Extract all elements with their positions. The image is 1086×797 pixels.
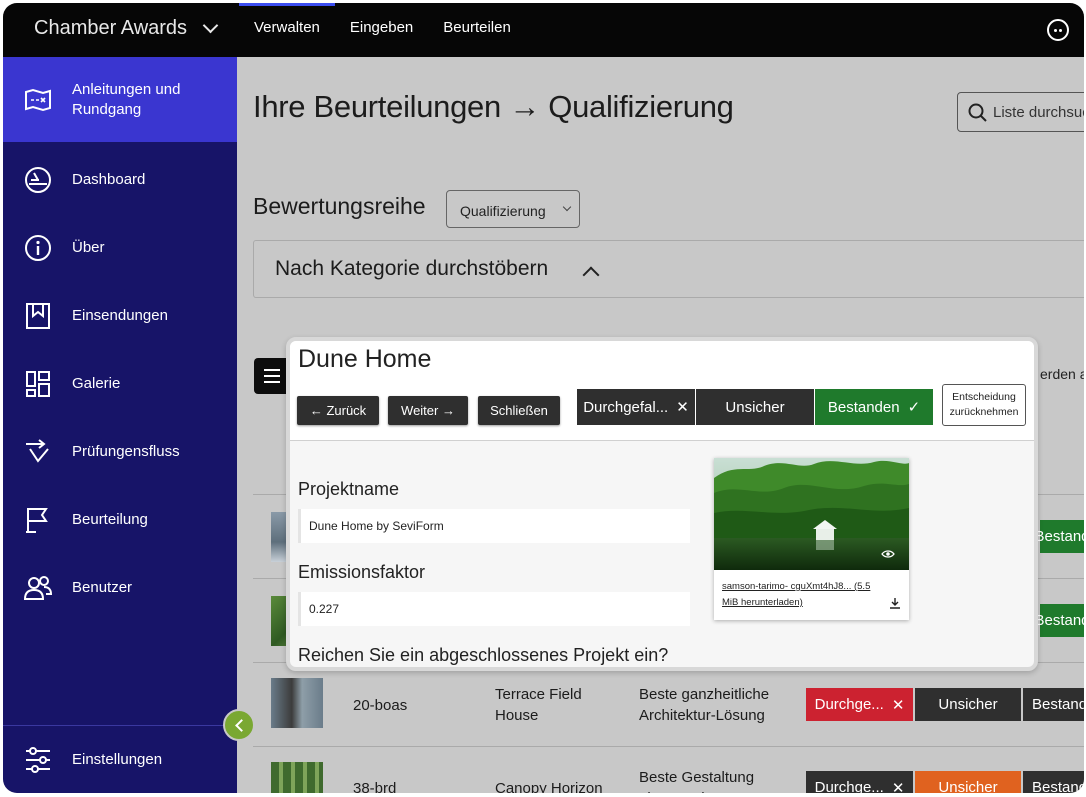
sidebar-item-users[interactable]: Benutzer [3, 554, 237, 622]
back-button[interactable]: ← Zurück [297, 396, 379, 425]
list-view-button[interactable] [254, 358, 290, 394]
bookmark-icon [24, 302, 52, 330]
sidebar-item-label: Über [72, 239, 105, 256]
sidebar-item-dashboard[interactable]: Dashboard [3, 146, 237, 214]
fail-label: Durchge... [814, 779, 884, 793]
chevron-down-icon [562, 202, 572, 212]
pass-button[interactable]: Bestanden ✓ [815, 389, 933, 425]
download-icon[interactable] [889, 596, 901, 614]
gallery-grid-icon [24, 370, 52, 398]
row-divider [253, 746, 1084, 747]
attachment-download-link[interactable]: samson-tarimo- cguXmt4hJ8... (5.5 MiB he… [722, 579, 882, 611]
close-x-icon: ✕ [891, 696, 905, 714]
entry-preview-modal: Dune Home ← Zurück Weiter → Schließen Du… [286, 337, 1038, 671]
partial-text: erden a [1040, 366, 1084, 382]
sidebar-item-label: Benutzer [72, 579, 133, 596]
sidebar-item-about[interactable]: Über [3, 214, 237, 282]
sidebar-item-gallery[interactable]: Galerie [3, 350, 237, 418]
entry-id: 38-brd [353, 780, 397, 793]
pass-button[interactable]: Bestand [1023, 688, 1084, 721]
sidebar: Anleitungen und Rundgang Dashboard Über … [3, 57, 237, 793]
field-label: Emissionsfaktor [298, 562, 426, 582]
entry-id: 20-boas [353, 697, 408, 714]
dashboard-gauge-icon [24, 166, 52, 194]
entry-thumbnail[interactable] [271, 762, 323, 793]
checkmark-icon: ✓ [907, 399, 921, 416]
close-x-icon: ✕ [891, 779, 905, 794]
tab-beurteilen[interactable]: Beurteilen [428, 3, 526, 57]
browse-by-category[interactable]: Nach Kategorie durchstöbern [253, 240, 1084, 298]
sidebar-item-label: Dashboard [72, 171, 146, 188]
entry-name: Canopy Horizon [495, 780, 603, 793]
series-label: Bewertungsreihe [253, 193, 426, 219]
map-guide-icon [24, 86, 52, 114]
app-window: Chamber Awards Verwalten Eingeben Beurte… [3, 3, 1084, 793]
unsure-button[interactable]: Unsicher [915, 688, 1021, 721]
sidebar-item-submissions[interactable]: Einsendungen [3, 282, 237, 350]
sidebar-item-review-flow[interactable]: Prüfungensfluss [3, 418, 237, 486]
info-icon [24, 234, 52, 262]
fail-label: Durchge... [814, 696, 884, 713]
search-input[interactable]: Liste durchsuchen [957, 92, 1084, 132]
search-placeholder: Liste durchsuchen [993, 104, 1084, 121]
entry-thumbnail[interactable] [271, 678, 323, 728]
user-profile-icon[interactable] [1047, 19, 1069, 41]
project-name-value: Dune Home by SeviForm [298, 509, 690, 543]
sidebar-item-settings[interactable]: Einstellungen [3, 726, 237, 793]
sidebar-item-label: Galerie [72, 375, 121, 392]
top-bar: Chamber Awards Verwalten Eingeben Beurte… [3, 3, 1084, 57]
undo-decision-button[interactable]: Entscheidung zurücknehmen [942, 384, 1026, 426]
chevron-down-icon [202, 17, 219, 34]
next-button[interactable]: Weiter → [388, 396, 468, 425]
sidebar-item-label: Einstellungen [72, 751, 163, 768]
collapse-sidebar-button[interactable] [223, 709, 255, 741]
browse-label: Nach Kategorie durchstöbern [275, 257, 549, 280]
search-icon [968, 103, 988, 128]
users-icon [24, 574, 52, 602]
tab-eingeben[interactable]: Eingeben [335, 3, 428, 57]
flag-icon [24, 506, 52, 534]
sidebar-item-label: Anleitungen und Rundgang [72, 80, 181, 118]
unsure-button[interactable]: Unsicher [696, 389, 814, 425]
flow-icon [24, 438, 52, 466]
tab-verwalten[interactable]: Verwalten [239, 3, 335, 57]
attachment-image[interactable] [714, 458, 909, 570]
sidebar-item-judging[interactable]: Beurteilung [3, 486, 237, 554]
attachment-card: samson-tarimo- cguXmt4hJ8... (5.5 MiB he… [714, 458, 909, 620]
modal-title: Dune Home [298, 345, 432, 373]
chevron-up-icon [582, 266, 600, 284]
sliders-settings-icon [24, 746, 52, 774]
top-nav: Verwalten Eingeben Beurteilen [239, 3, 526, 57]
close-button[interactable]: Schließen [478, 396, 560, 425]
pass-button[interactable]: Bestand [1023, 771, 1084, 793]
unsure-button[interactable]: Unsicher [915, 771, 1021, 793]
fail-button[interactable]: Durchge... ✕ [806, 688, 913, 721]
close-x-icon: ✕ [676, 399, 689, 416]
series-select[interactable]: Qualifizierung [446, 190, 580, 228]
emission-factor-value: 0.227 [298, 592, 690, 626]
page-title: Ihre Beurteilungen → Qualifizierung [253, 89, 734, 124]
entry-name: Terrace Field House [495, 686, 582, 724]
fail-button[interactable]: Durchge... ✕ [806, 771, 913, 793]
sidebar-item-guides[interactable]: Anleitungen und Rundgang [3, 57, 237, 142]
entry-category: Beste Gestaltung eines Wohn... [639, 769, 755, 793]
sidebar-item-label: Prüfungensfluss [72, 443, 180, 460]
fail-button[interactable]: Durchgefal... ✕ [577, 389, 695, 425]
modal-header: Dune Home ← Zurück Weiter → Schließen Du… [290, 341, 1034, 441]
field-label: Reichen Sie ein abgeschlossenes Projekt … [298, 645, 669, 665]
sidebar-item-label: Einsendungen [72, 307, 168, 324]
pass-label: Bestanden [827, 398, 900, 416]
pass-button[interactable]: Bestand [1034, 604, 1084, 637]
series-select-value: Qualifizierung [460, 203, 546, 219]
pass-button[interactable]: Bestand [1034, 520, 1084, 553]
field-label: Projektname [298, 479, 400, 499]
brand-switcher[interactable]: Chamber Awards [34, 17, 219, 40]
entry-category: Beste ganzheitliche Architektur-Lösung [639, 686, 770, 724]
brand-name: Chamber Awards [34, 17, 188, 39]
fail-label: Durchgefal... [583, 398, 669, 416]
sidebar-item-label: Beurteilung [72, 511, 148, 528]
